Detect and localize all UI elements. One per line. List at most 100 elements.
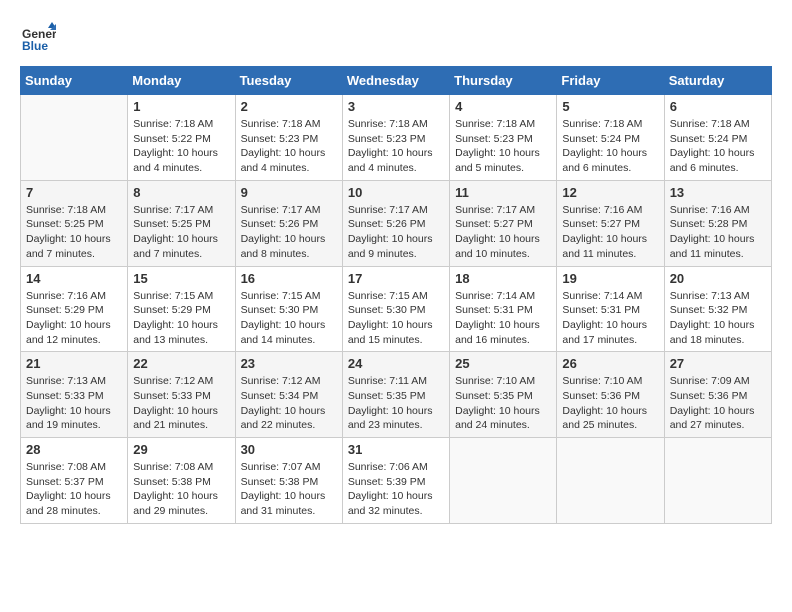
- day-info: Sunrise: 7:14 AM Sunset: 5:31 PM Dayligh…: [455, 289, 551, 348]
- calendar-cell: 19 Sunrise: 7:14 AM Sunset: 5:31 PM Dayli…: [557, 266, 664, 352]
- calendar-cell: 24Sunrise: 7:11 AM Sunset: 5:35 PM Dayli…: [342, 352, 449, 438]
- day-number: 7: [26, 185, 122, 200]
- day-info: Sunrise: 7:15 AM Sunset: 5:30 PM Dayligh…: [241, 289, 337, 348]
- calendar-week-row: 7Sunrise: 7:18 AM Sunset: 5:25 PM Daylig…: [21, 180, 772, 266]
- calendar-cell: 1 Sunrise: 7:18 AM Sunset: 5:22 PM Daylig…: [128, 95, 235, 181]
- day-info: Sunrise: 7:18 AM Sunset: 5:24 PM Dayligh…: [562, 117, 658, 176]
- calendar-cell: 11Sunrise: 7:17 AM Sunset: 5:27 PM Dayli…: [450, 180, 557, 266]
- day-number: 28: [26, 442, 122, 457]
- calendar-week-row: 21Sunrise: 7:13 AM Sunset: 5:33 PM Dayli…: [21, 352, 772, 438]
- day-number: 26: [562, 356, 658, 371]
- day-info: Sunrise: 7:15 AM Sunset: 5:29 PM Dayligh…: [133, 289, 229, 348]
- calendar-cell: 15 Sunrise: 7:15 AM Sunset: 5:29 PM Dayli…: [128, 266, 235, 352]
- day-info: Sunrise: 7:18 AM Sunset: 5:23 PM Dayligh…: [348, 117, 444, 176]
- day-info: Sunrise: 7:07 AM Sunset: 5:38 PM Dayligh…: [241, 460, 337, 519]
- calendar-cell: 5 Sunrise: 7:18 AM Sunset: 5:24 PM Daylig…: [557, 95, 664, 181]
- logo-icon: General Blue: [20, 20, 56, 56]
- calendar-cell: 27 Sunrise: 7:09 AM Sunset: 5:36 PM Dayli…: [664, 352, 771, 438]
- day-info: Sunrise: 7:17 AM Sunset: 5:26 PM Dayligh…: [348, 203, 444, 262]
- calendar-cell: [21, 95, 128, 181]
- calendar-cell: 4Sunrise: 7:18 AM Sunset: 5:23 PM Daylig…: [450, 95, 557, 181]
- day-info: Sunrise: 7:18 AM Sunset: 5:24 PM Dayligh…: [670, 117, 766, 176]
- day-info: Sunrise: 7:16 AM Sunset: 5:27 PM Dayligh…: [562, 203, 658, 262]
- day-number: 19: [562, 271, 658, 286]
- calendar-cell: 23Sunrise: 7:12 AM Sunset: 5:34 PM Dayli…: [235, 352, 342, 438]
- weekday-header-thursday: Thursday: [450, 67, 557, 95]
- day-number: 2: [241, 99, 337, 114]
- calendar-week-row: 1 Sunrise: 7:18 AM Sunset: 5:22 PM Daylig…: [21, 95, 772, 181]
- day-number: 10: [348, 185, 444, 200]
- day-info: Sunrise: 7:12 AM Sunset: 5:33 PM Dayligh…: [133, 374, 229, 433]
- day-info: Sunrise: 7:09 AM Sunset: 5:36 PM Dayligh…: [670, 374, 766, 433]
- day-info: Sunrise: 7:17 AM Sunset: 5:26 PM Dayligh…: [241, 203, 337, 262]
- weekday-header-monday: Monday: [128, 67, 235, 95]
- day-number: 8: [133, 185, 229, 200]
- day-number: 29: [133, 442, 229, 457]
- day-info: Sunrise: 7:08 AM Sunset: 5:37 PM Dayligh…: [26, 460, 122, 519]
- calendar-cell: [664, 438, 771, 524]
- day-info: Sunrise: 7:13 AM Sunset: 5:33 PM Dayligh…: [26, 374, 122, 433]
- day-number: 16: [241, 271, 337, 286]
- calendar-cell: 13 Sunrise: 7:16 AM Sunset: 5:28 PM Dayli…: [664, 180, 771, 266]
- calendar-cell: 12 Sunrise: 7:16 AM Sunset: 5:27 PM Dayli…: [557, 180, 664, 266]
- calendar-cell: 22 Sunrise: 7:12 AM Sunset: 5:33 PM Dayli…: [128, 352, 235, 438]
- calendar-cell: 14Sunrise: 7:16 AM Sunset: 5:29 PM Dayli…: [21, 266, 128, 352]
- calendar-cell: [450, 438, 557, 524]
- day-number: 31: [348, 442, 444, 457]
- day-number: 24: [348, 356, 444, 371]
- day-number: 27: [670, 356, 766, 371]
- calendar-cell: 29Sunrise: 7:08 AM Sunset: 5:38 PM Dayli…: [128, 438, 235, 524]
- day-number: 15: [133, 271, 229, 286]
- day-number: 4: [455, 99, 551, 114]
- day-number: 20: [670, 271, 766, 286]
- day-info: Sunrise: 7:16 AM Sunset: 5:29 PM Dayligh…: [26, 289, 122, 348]
- day-info: Sunrise: 7:16 AM Sunset: 5:28 PM Dayligh…: [670, 203, 766, 262]
- day-info: Sunrise: 7:10 AM Sunset: 5:35 PM Dayligh…: [455, 374, 551, 433]
- day-number: 13: [670, 185, 766, 200]
- day-number: 3: [348, 99, 444, 114]
- calendar-cell: 3 Sunrise: 7:18 AM Sunset: 5:23 PM Daylig…: [342, 95, 449, 181]
- logo: General Blue: [20, 20, 60, 56]
- weekday-header-tuesday: Tuesday: [235, 67, 342, 95]
- calendar-cell: 16 Sunrise: 7:15 AM Sunset: 5:30 PM Dayli…: [235, 266, 342, 352]
- day-number: 17: [348, 271, 444, 286]
- calendar-cell: 10 Sunrise: 7:17 AM Sunset: 5:26 PM Dayli…: [342, 180, 449, 266]
- calendar-cell: 28 Sunrise: 7:08 AM Sunset: 5:37 PM Dayli…: [21, 438, 128, 524]
- calendar-cell: 30 Sunrise: 7:07 AM Sunset: 5:38 PM Dayli…: [235, 438, 342, 524]
- calendar-week-row: 14Sunrise: 7:16 AM Sunset: 5:29 PM Dayli…: [21, 266, 772, 352]
- day-info: Sunrise: 7:14 AM Sunset: 5:31 PM Dayligh…: [562, 289, 658, 348]
- day-number: 1: [133, 99, 229, 114]
- calendar-cell: 25 Sunrise: 7:10 AM Sunset: 5:35 PM Dayli…: [450, 352, 557, 438]
- day-info: Sunrise: 7:13 AM Sunset: 5:32 PM Dayligh…: [670, 289, 766, 348]
- calendar-cell: 18 Sunrise: 7:14 AM Sunset: 5:31 PM Dayli…: [450, 266, 557, 352]
- day-number: 5: [562, 99, 658, 114]
- calendar-cell: 26Sunrise: 7:10 AM Sunset: 5:36 PM Dayli…: [557, 352, 664, 438]
- day-info: Sunrise: 7:18 AM Sunset: 5:22 PM Dayligh…: [133, 117, 229, 176]
- calendar-cell: 17Sunrise: 7:15 AM Sunset: 5:30 PM Dayli…: [342, 266, 449, 352]
- day-number: 30: [241, 442, 337, 457]
- calendar-table: SundayMondayTuesdayWednesdayThursdayFrid…: [20, 66, 772, 524]
- calendar-cell: 6 Sunrise: 7:18 AM Sunset: 5:24 PM Daylig…: [664, 95, 771, 181]
- page-header: General Blue: [20, 20, 772, 56]
- calendar-cell: [557, 438, 664, 524]
- day-number: 18: [455, 271, 551, 286]
- day-info: Sunrise: 7:17 AM Sunset: 5:27 PM Dayligh…: [455, 203, 551, 262]
- calendar-cell: 9 Sunrise: 7:17 AM Sunset: 5:26 PM Daylig…: [235, 180, 342, 266]
- day-number: 22: [133, 356, 229, 371]
- day-number: 12: [562, 185, 658, 200]
- day-info: Sunrise: 7:18 AM Sunset: 5:23 PM Dayligh…: [241, 117, 337, 176]
- day-info: Sunrise: 7:17 AM Sunset: 5:25 PM Dayligh…: [133, 203, 229, 262]
- weekday-header-wednesday: Wednesday: [342, 67, 449, 95]
- weekday-header-sunday: Sunday: [21, 67, 128, 95]
- day-number: 9: [241, 185, 337, 200]
- day-number: 23: [241, 356, 337, 371]
- calendar-cell: 8 Sunrise: 7:17 AM Sunset: 5:25 PM Daylig…: [128, 180, 235, 266]
- calendar-cell: 7Sunrise: 7:18 AM Sunset: 5:25 PM Daylig…: [21, 180, 128, 266]
- calendar-cell: 31Sunrise: 7:06 AM Sunset: 5:39 PM Dayli…: [342, 438, 449, 524]
- calendar-cell: 2 Sunrise: 7:18 AM Sunset: 5:23 PM Daylig…: [235, 95, 342, 181]
- svg-text:Blue: Blue: [22, 39, 48, 53]
- day-number: 6: [670, 99, 766, 114]
- day-number: 25: [455, 356, 551, 371]
- calendar-week-row: 28 Sunrise: 7:08 AM Sunset: 5:37 PM Dayli…: [21, 438, 772, 524]
- weekday-header-saturday: Saturday: [664, 67, 771, 95]
